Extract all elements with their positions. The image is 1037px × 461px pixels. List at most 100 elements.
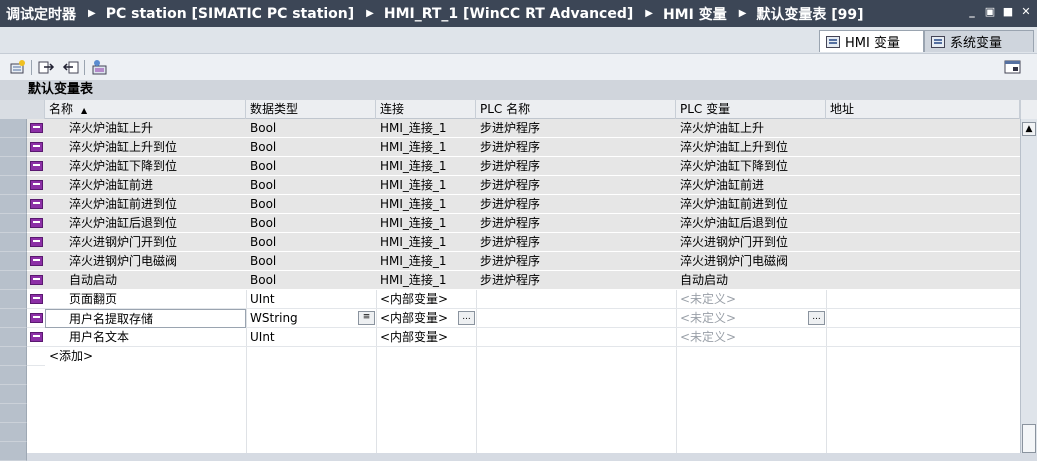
tag-data-type[interactable]: UInt <box>246 328 376 347</box>
add-new-tag[interactable]: <添加> <box>45 347 246 366</box>
column-header-plc-tag[interactable]: PLC 变量 <box>676 100 826 119</box>
table-row[interactable]: 自动启动 Bool HMI_连接_1 步进炉程序 自动启动 <box>0 271 1020 290</box>
tag-data-type[interactable]: UInt <box>246 290 376 309</box>
tag-plc-tag[interactable]: <未定义> <box>676 328 826 347</box>
plc-tag-browse-button[interactable]: ... <box>808 311 825 325</box>
tag-data-type[interactable]: Bool <box>246 233 376 252</box>
tag-address[interactable] <box>826 195 1020 214</box>
tag-connection[interactable]: HMI_连接_1 <box>376 176 476 195</box>
tag-connection[interactable]: <内部变量> <box>376 290 476 309</box>
add-tag-icon[interactable] <box>9 59 26 75</box>
row-selector[interactable] <box>0 385 27 404</box>
row-selector[interactable] <box>0 347 27 366</box>
tag-data-type[interactable]: Bool <box>246 138 376 157</box>
tag-connection[interactable]: HMI_连接_1 <box>376 138 476 157</box>
tag-name[interactable]: 自动启动 <box>45 271 246 290</box>
breadcrumb-item[interactable]: 调试定时器 <box>6 4 76 24</box>
row-selector[interactable] <box>0 233 27 252</box>
tag-data-type[interactable]: Bool <box>246 214 376 233</box>
monitor-icon[interactable] <box>91 59 108 75</box>
table-row[interactable]: 淬火炉油缸上升到位 Bool HMI_连接_1 步进炉程序 淬火炉油缸上升到位 <box>0 138 1020 157</box>
tag-plc-name[interactable]: 步进炉程序 <box>476 138 676 157</box>
row-selector[interactable] <box>0 328 27 347</box>
row-selector[interactable] <box>0 290 27 309</box>
import-icon[interactable] <box>62 59 79 75</box>
vertical-scrollbar[interactable]: ▲ <box>1020 119 1037 453</box>
column-header-connection[interactable]: 连接 <box>376 100 476 119</box>
add-row[interactable]: <添加> <box>0 347 1020 366</box>
row-selector[interactable] <box>0 442 27 461</box>
column-header-address[interactable]: 地址 <box>826 100 1020 119</box>
tag-plc-name[interactable]: 步进炉程序 <box>476 119 676 138</box>
tag-address[interactable] <box>826 309 1020 328</box>
tag-address[interactable] <box>826 157 1020 176</box>
tag-plc-name[interactable]: 步进炉程序 <box>476 271 676 290</box>
breadcrumb-item[interactable]: HMI_RT_1 [WinCC RT Advanced] <box>384 6 633 22</box>
tag-connection[interactable]: HMI_连接_1 <box>376 157 476 176</box>
tag-plc-tag[interactable]: 自动启动 <box>676 271 826 290</box>
header-selector[interactable] <box>0 100 45 119</box>
tag-plc-tag[interactable]: 淬火炉油缸前进 <box>676 176 826 195</box>
tag-plc-name[interactable] <box>476 309 676 328</box>
restore-icon[interactable]: ▣ <box>983 5 997 19</box>
row-selector[interactable] <box>0 404 27 423</box>
table-row[interactable]: 淬火炉油缸后退到位 Bool HMI_连接_1 步进炉程序 淬火炉油缸后退到位 <box>0 214 1020 233</box>
tag-data-type[interactable]: WString <box>246 309 376 328</box>
table-row[interactable]: 淬火炉油缸前进到位 Bool HMI_连接_1 步进炉程序 淬火炉油缸前进到位 <box>0 195 1020 214</box>
column-header-name[interactable]: 名称 ▲ <box>45 100 246 119</box>
tag-plc-tag[interactable]: 淬火炉油缸前进到位 <box>676 195 826 214</box>
tag-plc-tag[interactable]: 淬火炉油缸后退到位 <box>676 214 826 233</box>
breadcrumb-item[interactable]: HMI 变量 <box>663 4 727 24</box>
tag-name[interactable]: 淬火进钢炉门开到位 <box>45 233 246 252</box>
tag-connection[interactable]: HMI_连接_1 <box>376 214 476 233</box>
tag-address[interactable] <box>826 328 1020 347</box>
row-selector[interactable] <box>0 119 27 138</box>
tag-connection[interactable]: HMI_连接_1 <box>376 119 476 138</box>
table-row-selected[interactable]: 用户名提取存储 WString ≡ <内部变量> ... <未定义> ... <box>0 309 1020 328</box>
breadcrumb-item[interactable]: PC station [SIMATIC PC station] <box>106 6 354 22</box>
tag-connection[interactable]: HMI_连接_1 <box>376 195 476 214</box>
tag-plc-tag[interactable]: <未定义> <box>676 290 826 309</box>
tag-name[interactable]: 淬火进钢炉门电磁阀 <box>45 252 246 271</box>
tag-plc-name[interactable]: 步进炉程序 <box>476 157 676 176</box>
tag-data-type[interactable]: Bool <box>246 176 376 195</box>
tag-name[interactable]: 页面翻页 <box>45 290 246 309</box>
tag-address[interactable] <box>826 214 1020 233</box>
tag-address[interactable] <box>826 138 1020 157</box>
tag-plc-tag[interactable]: 淬火进钢炉门电磁阀 <box>676 252 826 271</box>
maximize-icon[interactable]: ■ <box>1001 5 1015 19</box>
data-type-list-icon[interactable]: ≡ <box>358 311 375 325</box>
column-header-data-type[interactable]: 数据类型 <box>246 100 376 119</box>
tag-name[interactable]: 淬火炉油缸前进到位 <box>45 195 246 214</box>
tag-name[interactable]: 用户名文本 <box>45 328 246 347</box>
tag-plc-name[interactable]: 步进炉程序 <box>476 176 676 195</box>
tag-plc-name[interactable]: 步进炉程序 <box>476 214 676 233</box>
window-split-icon[interactable] <box>1004 59 1021 75</box>
table-row[interactable]: 淬火进钢炉门开到位 Bool HMI_连接_1 步进炉程序 淬火进钢炉门开到位 <box>0 233 1020 252</box>
tag-plc-name[interactable]: 步进炉程序 <box>476 252 676 271</box>
column-header-plc-name[interactable]: PLC 名称 <box>476 100 676 119</box>
tag-plc-tag[interactable]: 淬火炉油缸上升到位 <box>676 138 826 157</box>
export-icon[interactable] <box>38 59 55 75</box>
tag-data-type[interactable]: Bool <box>246 252 376 271</box>
row-selector[interactable] <box>0 157 27 176</box>
row-selector[interactable] <box>0 195 27 214</box>
tag-plc-name[interactable]: 步进炉程序 <box>476 195 676 214</box>
connection-browse-button[interactable]: ... <box>458 311 475 325</box>
tag-plc-tag[interactable]: 淬火进钢炉门开到位 <box>676 233 826 252</box>
tag-connection[interactable]: HMI_连接_1 <box>376 271 476 290</box>
tab-hmi-tags[interactable]: HMI 变量 <box>819 30 924 52</box>
tag-address[interactable] <box>826 176 1020 195</box>
row-selector[interactable] <box>0 366 27 385</box>
tag-connection[interactable]: <内部变量> <box>376 328 476 347</box>
close-icon[interactable]: ✕ <box>1019 5 1033 19</box>
row-selector[interactable] <box>0 271 27 290</box>
row-selector[interactable] <box>0 252 27 271</box>
table-row[interactable]: 淬火炉油缸下降到位 Bool HMI_连接_1 步进炉程序 淬火炉油缸下降到位 <box>0 157 1020 176</box>
row-selector[interactable] <box>0 138 27 157</box>
tag-address[interactable] <box>826 119 1020 138</box>
tag-plc-tag[interactable]: <未定义> <box>676 309 826 328</box>
tag-address[interactable] <box>826 290 1020 309</box>
table-row[interactable]: 页面翻页 UInt <内部变量> <未定义> <box>0 290 1020 309</box>
tag-data-type[interactable]: Bool <box>246 119 376 138</box>
